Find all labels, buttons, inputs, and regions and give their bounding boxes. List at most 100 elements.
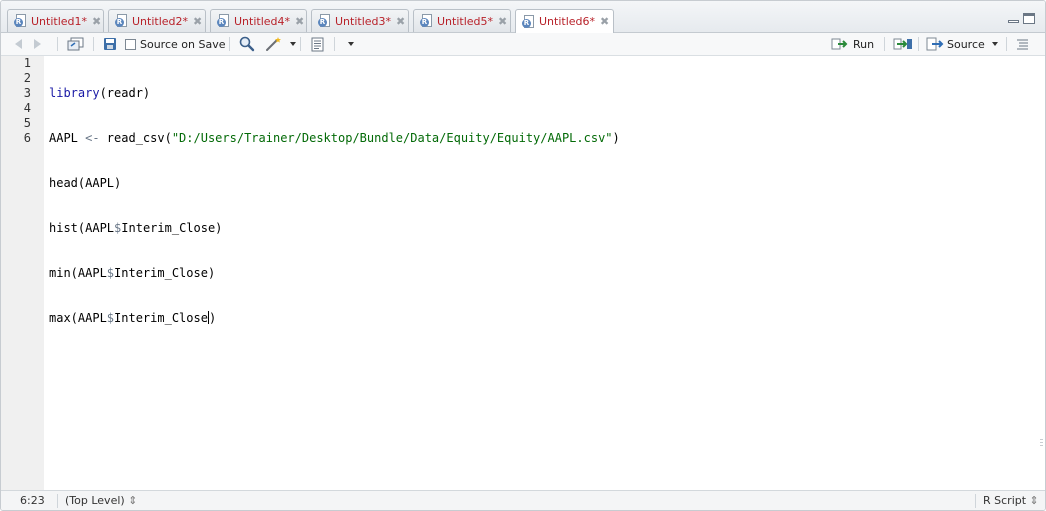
tab-label: Untitled1* <box>31 14 88 28</box>
tab-label: Untitled2* <box>132 14 189 28</box>
tab-label: Untitled3* <box>335 14 392 28</box>
code-token: (readr) <box>99 86 151 100</box>
code-content[interactable]: library(readr) AAPL <- read_csv("D:/User… <box>49 56 620 356</box>
toolbar-divider <box>93 37 94 51</box>
close-icon[interactable]: ✖ <box>396 15 405 28</box>
code-tools-dropdown[interactable] <box>290 36 296 52</box>
filetype-arrows-icon: ⇕ <box>1029 494 1039 507</box>
code-token: "D:/Users/Trainer/Desktop/Bundle/Data/Eq… <box>171 131 613 145</box>
source-label: Source <box>947 37 985 51</box>
source-on-save-label: Source on Save <box>140 37 226 51</box>
r-file-icon: R <box>217 14 230 28</box>
vertical-scrollbar[interactable] <box>1035 56 1045 490</box>
toolbar-divider <box>884 37 885 51</box>
code-token: ) <box>612 131 620 145</box>
show-in-window-icon[interactable] <box>67 36 84 52</box>
scope-selector[interactable]: (Top Level) ⇕ <box>65 494 137 507</box>
tab-label: Untitled4* <box>234 14 291 28</box>
filetype-label: R Script <box>983 494 1027 507</box>
close-icon[interactable]: ✖ <box>295 15 304 28</box>
scope-label: (Top Level) <box>65 494 125 507</box>
tab-label: Untitled6* <box>539 15 596 28</box>
line-number: 4 <box>23 101 31 115</box>
close-icon[interactable]: ✖ <box>498 15 507 28</box>
toolbar-divider <box>57 37 58 51</box>
code-token: $ <box>106 311 115 325</box>
code-token: Interim_Close) <box>121 221 223 235</box>
close-icon[interactable]: ✖ <box>193 15 202 28</box>
cursor-position: 6:23 <box>20 494 45 507</box>
options-dropdown[interactable] <box>348 36 354 52</box>
status-bar: 6:23 (Top Level) ⇕ R Script ⇕ <box>1 490 1045 510</box>
code-line[interactable]: head(AAPL) <box>49 176 620 191</box>
line-number-gutter: 1 2 3 4 5 6 <box>1 56 44 490</box>
run-label: Run <box>853 37 875 51</box>
code-token: read_csv( <box>99 131 172 145</box>
line-number: 2 <box>23 71 31 85</box>
code-line[interactable]: library(readr) <box>49 86 620 101</box>
close-icon[interactable]: ✖ <box>92 15 101 28</box>
code-line[interactable]: min(AAPL$Interim_Close) <box>49 266 620 281</box>
code-token: library <box>49 86 100 100</box>
code-editor[interactable]: 1 2 3 4 5 6 library(readr) AAPL <- read_… <box>1 56 1045 490</box>
line-number: 1 <box>23 56 31 70</box>
code-token: AAPL <box>49 131 86 145</box>
toolbar-divider <box>1006 37 1007 51</box>
line-number: 6 <box>23 131 31 145</box>
source-on-save-toggle[interactable]: Source on Save <box>125 36 225 52</box>
code-token: Interim_Close) <box>114 266 216 280</box>
r-file-icon: R <box>115 14 128 28</box>
source-editor-pane: R Untitled1* ✖ R Untitled2* ✖ R Untitled… <box>0 0 1046 511</box>
rerun-icon[interactable] <box>893 36 913 52</box>
tab-untitled3[interactable]: R Untitled3* ✖ <box>311 9 409 32</box>
code-line[interactable]: hist(AAPL$Interim_Close) <box>49 221 620 236</box>
save-icon[interactable] <box>103 36 117 52</box>
r-file-icon: R <box>522 14 535 29</box>
editor-tab-strip: R Untitled1* ✖ R Untitled2* ✖ R Untitled… <box>1 1 1045 33</box>
forward-arrow-icon[interactable] <box>34 36 41 52</box>
line-number: 3 <box>23 86 31 100</box>
status-divider <box>57 494 58 508</box>
toolbar-divider <box>334 37 335 51</box>
r-file-icon: R <box>420 14 433 28</box>
code-line[interactable]: AAPL <- read_csv("D:/Users/Trainer/Deskt… <box>49 131 620 146</box>
search-icon[interactable] <box>239 36 255 52</box>
source-icon <box>926 37 944 51</box>
pane-window-controls <box>1008 13 1035 24</box>
code-token: max(AAPL <box>49 311 107 325</box>
code-token: head(AAPL) <box>49 176 122 190</box>
compile-report-icon[interactable] <box>310 36 325 52</box>
tab-untitled5[interactable]: R Untitled5* ✖ <box>413 9 511 32</box>
source-on-save-checkbox[interactable] <box>125 38 136 50</box>
tab-label: Untitled5* <box>437 14 494 28</box>
source-dropdown[interactable] <box>992 36 998 52</box>
tab-untitled1[interactable]: R Untitled1* ✖ <box>7 9 104 32</box>
toolbar-divider <box>229 37 230 51</box>
editor-toolbar: Source on Save Run Source <box>1 33 1045 56</box>
status-divider <box>975 494 976 508</box>
run-icon <box>831 38 848 50</box>
run-button[interactable]: Run <box>831 36 874 52</box>
toolbar-divider <box>300 37 301 51</box>
code-token: min(AAPL <box>49 266 107 280</box>
maximize-pane-icon[interactable] <box>1023 13 1035 24</box>
filetype-selector[interactable]: R Script ⇕ <box>983 494 1039 507</box>
toolbar-divider <box>918 37 919 51</box>
close-icon[interactable]: ✖ <box>600 15 609 28</box>
outline-icon[interactable] <box>1016 36 1029 52</box>
magic-wand-icon[interactable] <box>265 36 285 52</box>
code-token: ) <box>208 311 217 325</box>
code-line[interactable]: max(AAPL$Interim_Close) <box>49 311 620 326</box>
code-token: $ <box>106 266 115 280</box>
scope-arrows-icon: ⇕ <box>128 494 138 507</box>
tab-untitled4[interactable]: R Untitled4* ✖ <box>210 9 307 32</box>
source-button[interactable]: Source <box>926 36 985 52</box>
tab-untitled6[interactable]: R Untitled6* ✖ <box>515 9 614 33</box>
tab-untitled2[interactable]: R Untitled2* ✖ <box>108 9 206 32</box>
r-file-icon: R <box>14 14 27 28</box>
r-file-icon: R <box>318 14 331 28</box>
minimize-pane-icon[interactable] <box>1008 13 1019 24</box>
code-token: <- <box>85 131 100 145</box>
code-token: Interim_Close <box>114 311 208 325</box>
back-arrow-icon[interactable] <box>15 36 22 52</box>
